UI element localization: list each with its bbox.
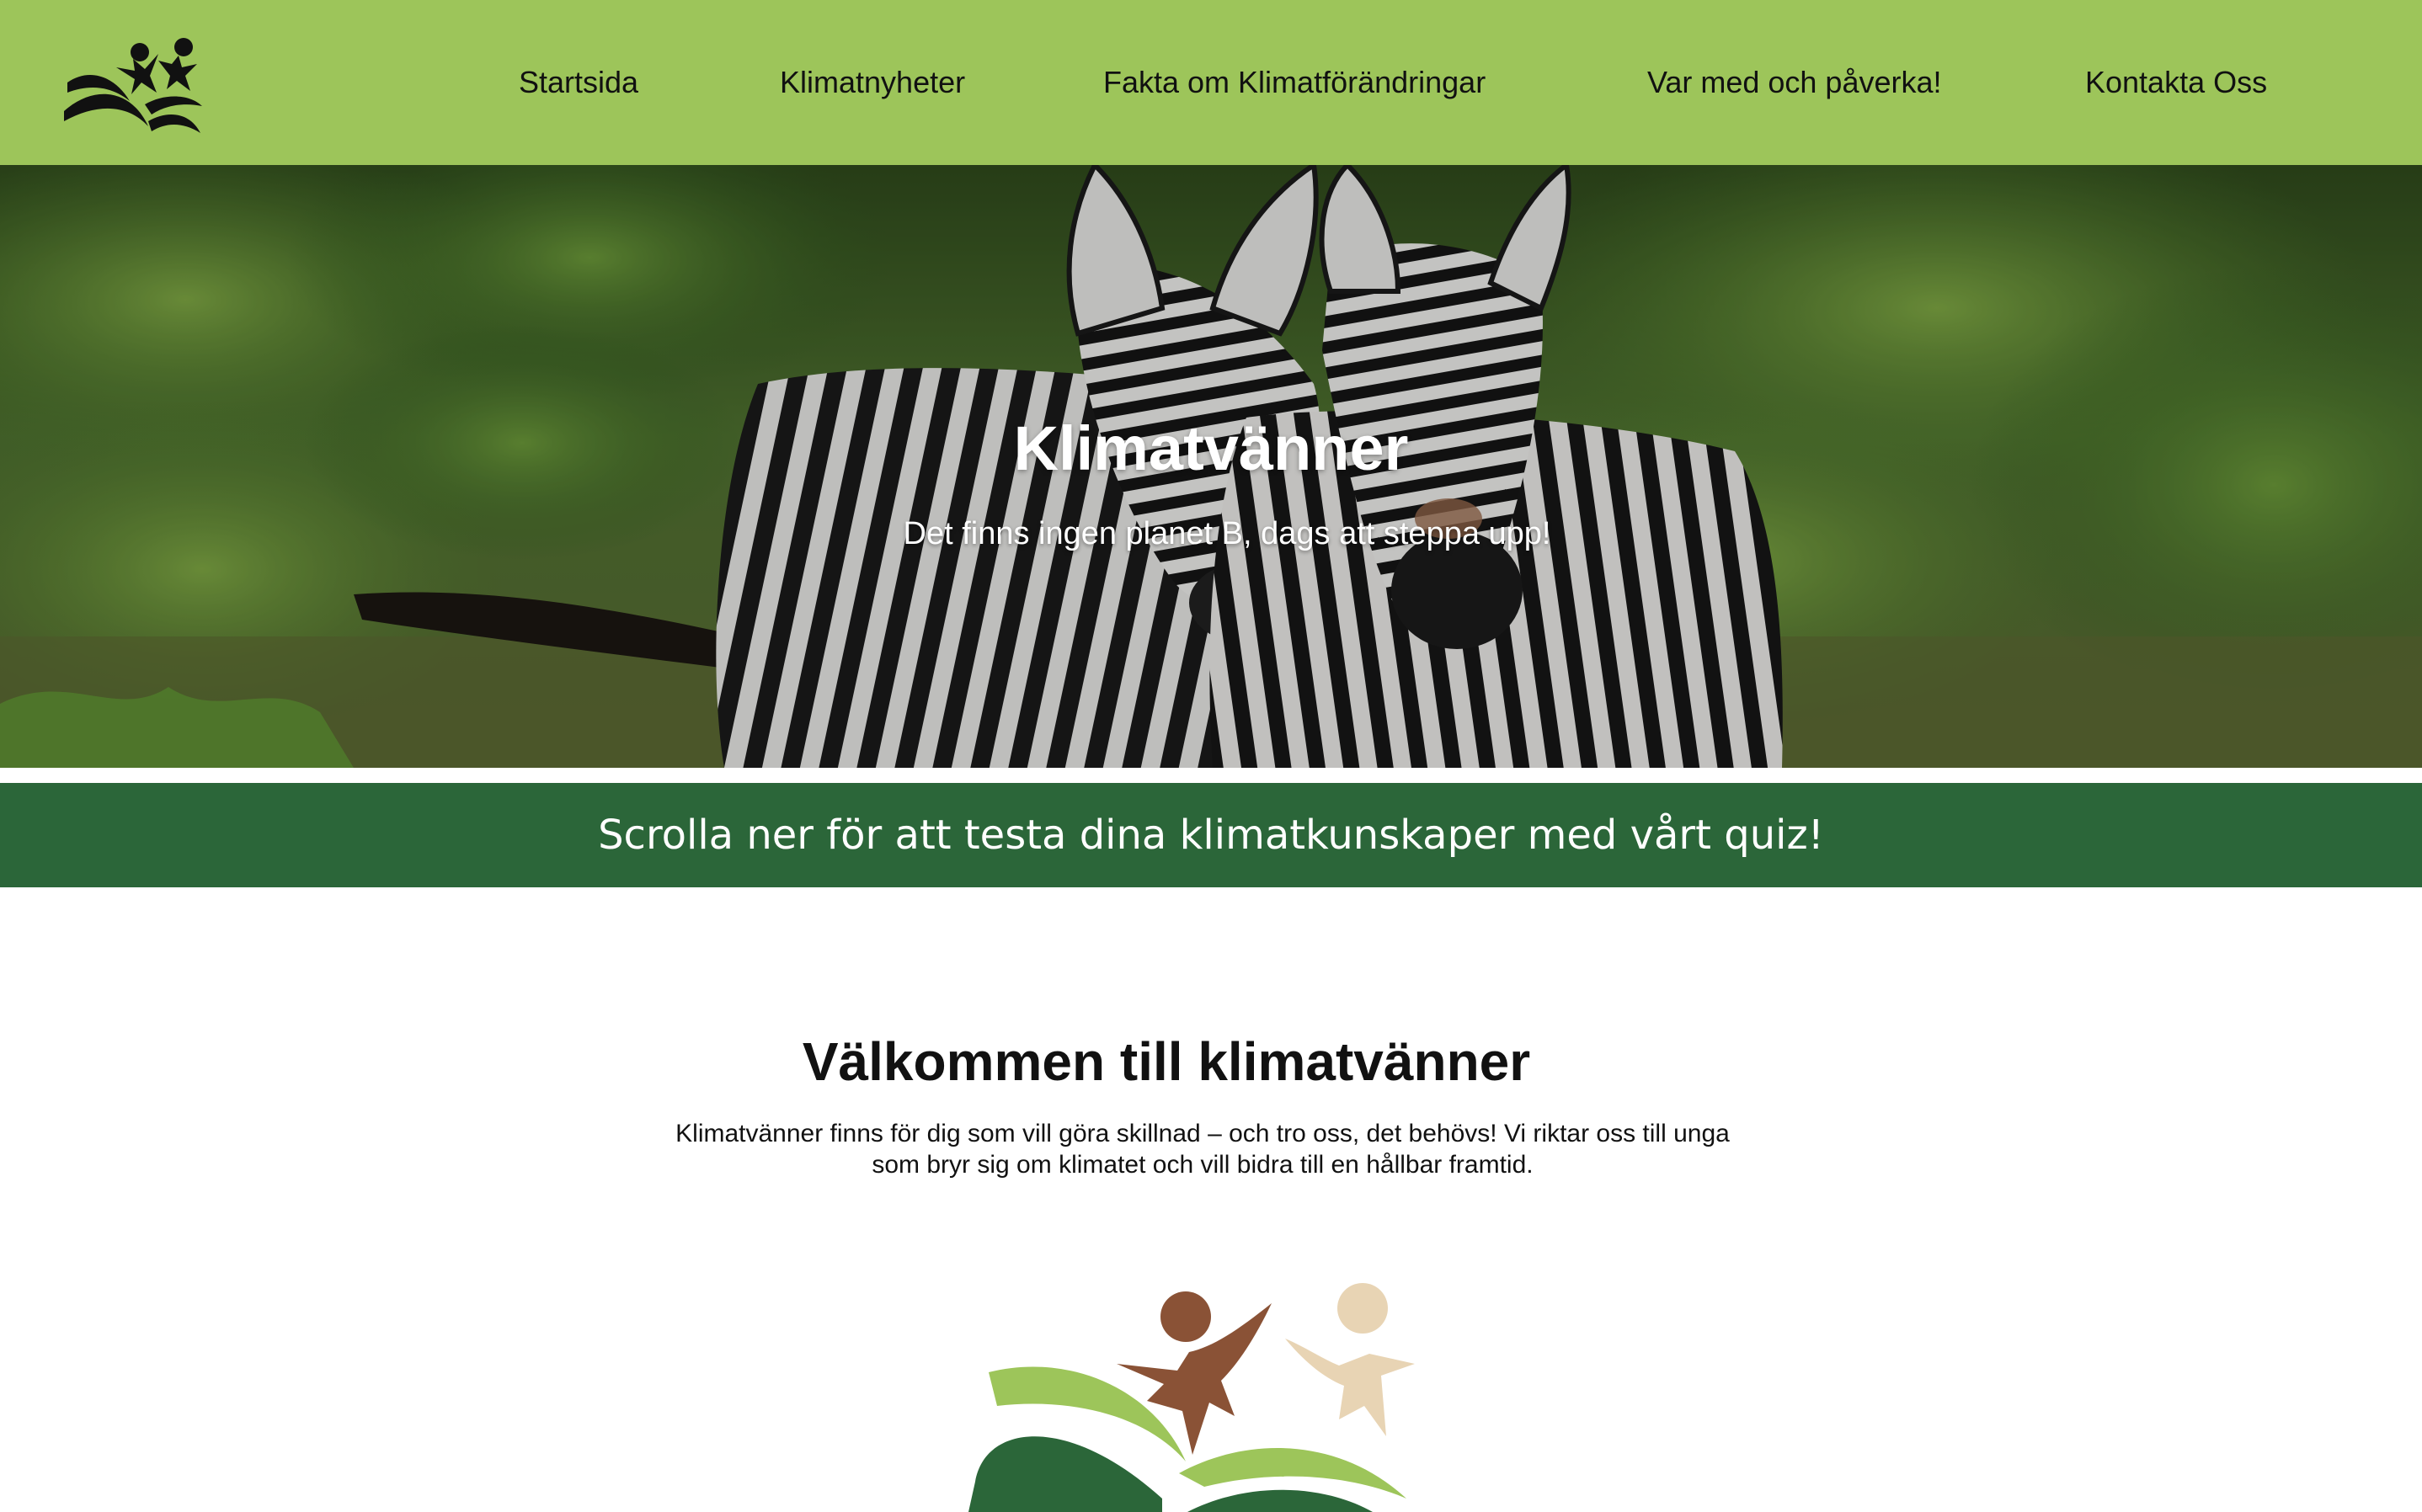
- nav-fakta[interactable]: Fakta om Klimatförändringar: [1103, 62, 1486, 103]
- nav-klimatnyheter[interactable]: Klimatnyheter: [780, 62, 965, 103]
- nav-var-med[interactable]: Var med och påverka!: [1647, 62, 1942, 103]
- hero-section: Klimatvänner Det finns ingen planet B, d…: [0, 165, 2422, 768]
- main-nav: Startsida Klimatnyheter Fakta om Klimatf…: [0, 0, 2422, 165]
- nav-startsida[interactable]: Startsida: [519, 62, 638, 103]
- hero-subtitle: Det finns ingen planet B, dags att stepp…: [903, 516, 1551, 551]
- nav-kontakta-oss[interactable]: Kontakta Oss: [2085, 62, 2267, 103]
- welcome-text: Klimatvänner finns för dig som vill göra…: [675, 1120, 1730, 1179]
- quiz-banner: Scrolla ner för att testa dina klimatkun…: [0, 783, 2422, 887]
- welcome-title: Välkommen till klimatvänner: [802, 1031, 1531, 1092]
- hero-title: Klimatvänner: [1013, 413, 1409, 483]
- klimatvanner-logo-icon: [968, 1283, 1415, 1512]
- site-header: Startsida Klimatnyheter Fakta om Klimatf…: [0, 0, 2422, 165]
